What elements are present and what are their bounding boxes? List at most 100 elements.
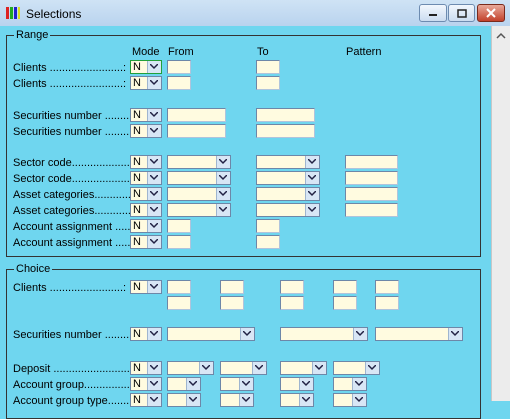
range-to-input[interactable] [256, 124, 315, 138]
range-pattern-input[interactable] [345, 155, 398, 169]
choice-mode-select[interactable]: N [130, 393, 162, 407]
range-to-dropdown[interactable] [256, 203, 320, 217]
choice-account-group-dropdown[interactable] [167, 377, 201, 391]
range-to-dropdown[interactable] [256, 155, 320, 169]
range-mode-select[interactable]: N [130, 155, 162, 169]
choice-client-input[interactable] [333, 280, 357, 294]
dropdown-arrow-icon [252, 362, 266, 374]
dropdown-arrow-icon [147, 220, 161, 232]
mode-value: N [133, 109, 141, 121]
range-mode-select[interactable]: N [130, 187, 162, 201]
range-from-input[interactable] [167, 60, 191, 74]
choice-account-group-dropdown[interactable] [280, 377, 314, 391]
range-mode-select[interactable]: N [130, 203, 162, 217]
choice-mode-select[interactable]: N [130, 377, 162, 391]
choice-account-group-dropdown[interactable] [220, 377, 254, 391]
dropdown-arrow-icon [147, 394, 161, 406]
choice-deposit-dropdown[interactable] [333, 361, 380, 375]
range-from-input[interactable] [167, 124, 226, 138]
range-mode-select[interactable]: N [130, 219, 162, 233]
choice-label-clients: Clients ........................: [13, 282, 127, 294]
mode-value: N [133, 204, 141, 216]
choice-client-input[interactable] [375, 296, 399, 310]
choice-account-group-type-dropdown[interactable] [220, 393, 254, 407]
range-from-input[interactable] [167, 76, 191, 90]
range-to-input[interactable] [256, 108, 315, 122]
window-title: Selections [26, 7, 82, 21]
range-from-dropdown[interactable] [167, 187, 231, 201]
header-from: From [168, 46, 194, 58]
choice-client-input[interactable] [167, 296, 191, 310]
mode-value: N [133, 328, 141, 340]
choice-securities-dropdown[interactable] [280, 327, 368, 341]
dropdown-arrow-icon [147, 236, 161, 248]
choice-account-group-type-dropdown[interactable] [280, 393, 314, 407]
range-pattern-input[interactable] [345, 187, 398, 201]
choice-deposit-dropdown[interactable] [167, 361, 214, 375]
choice-securities-dropdown[interactable] [375, 327, 463, 341]
dropdown-arrow-icon [147, 172, 161, 184]
range-pattern-input[interactable] [345, 203, 398, 217]
range-mode-select[interactable]: N [130, 124, 162, 138]
range-mode-select[interactable]: N [130, 108, 162, 122]
range-to-input[interactable] [256, 219, 280, 233]
dropdown-arrow-icon [240, 328, 254, 340]
range-to-input[interactable] [256, 235, 280, 249]
title-bar: Selections [0, 0, 510, 27]
mode-value: N [133, 77, 141, 89]
vertical-scrollbar[interactable] [491, 26, 510, 401]
range-label-clients: Clients ........................: [13, 78, 127, 90]
range-to-input[interactable] [256, 76, 280, 90]
choice-client-input[interactable] [220, 280, 244, 294]
dropdown-arrow-icon [186, 378, 200, 390]
choice-securities-dropdown[interactable] [167, 327, 255, 341]
range-label-account-assignment: Account assignment ........: [13, 237, 143, 249]
range-label-asset-categories: Asset categories.............: [13, 189, 138, 201]
choice-deposit-dropdown[interactable] [220, 361, 267, 375]
choice-client-input[interactable] [167, 280, 191, 294]
choice-mode-select[interactable]: N [130, 327, 162, 341]
choice-mode-select[interactable]: N [130, 361, 162, 375]
range-from-input[interactable] [167, 235, 191, 249]
choice-label-account-group-type: Account group type.........: [13, 395, 139, 407]
choice-client-input[interactable] [333, 296, 357, 310]
dropdown-arrow-icon [216, 172, 230, 184]
choice-client-input[interactable] [280, 280, 304, 294]
dropdown-arrow-icon [312, 362, 326, 374]
range-to-dropdown[interactable] [256, 187, 320, 201]
range-to-dropdown[interactable] [256, 171, 320, 185]
scroll-up-icon[interactable] [494, 29, 508, 43]
maximize-button[interactable] [448, 4, 475, 22]
choice-account-group-type-dropdown[interactable] [167, 393, 201, 407]
range-from-dropdown[interactable] [167, 203, 231, 217]
app-icon [6, 7, 20, 19]
dropdown-arrow-icon [147, 109, 161, 121]
mode-value: N [133, 188, 141, 200]
choice-mode-select[interactable]: N [130, 280, 162, 294]
range-to-input[interactable] [256, 60, 280, 74]
choice-client-input[interactable] [280, 296, 304, 310]
minimize-button[interactable] [419, 4, 447, 22]
mode-value: N [133, 378, 141, 390]
close-button[interactable] [477, 4, 505, 22]
choice-client-input[interactable] [220, 296, 244, 310]
range-mode-select[interactable]: N [130, 235, 162, 249]
range-from-input[interactable] [167, 219, 191, 233]
choice-deposit-dropdown[interactable] [280, 361, 327, 375]
mode-value: N [133, 61, 141, 73]
range-mode-select[interactable]: N [130, 171, 162, 185]
range-mode-select[interactable]: N [130, 76, 162, 90]
choice-account-group-type-dropdown[interactable] [333, 393, 367, 407]
range-from-dropdown[interactable] [167, 171, 231, 185]
range-from-input[interactable] [167, 108, 226, 122]
range-pattern-input[interactable] [345, 171, 398, 185]
dropdown-arrow-icon [216, 204, 230, 216]
dropdown-arrow-icon [147, 125, 161, 137]
range-label-sector-code: Sector code...................: [13, 157, 133, 169]
range-mode-select[interactable]: N [130, 60, 162, 74]
choice-client-input[interactable] [375, 280, 399, 294]
dropdown-arrow-icon [305, 204, 319, 216]
choice-label-account-group: Account group.................: [13, 379, 139, 391]
choice-account-group-dropdown[interactable] [333, 377, 367, 391]
range-from-dropdown[interactable] [167, 155, 231, 169]
